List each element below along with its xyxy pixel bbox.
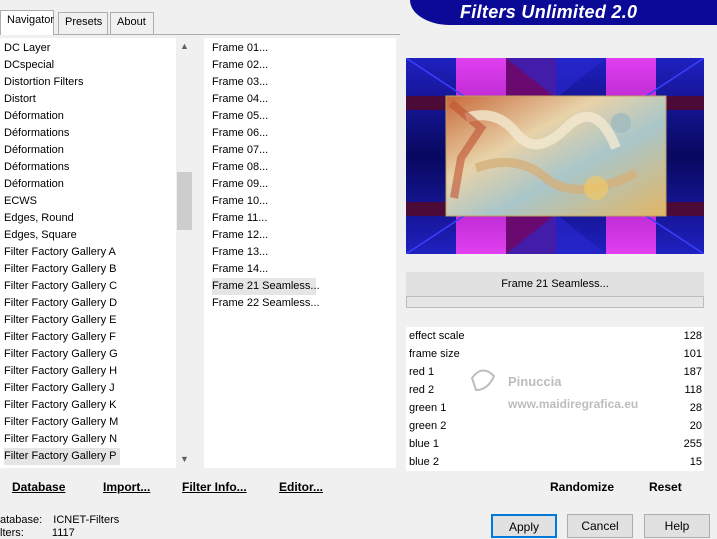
category-item[interactable]: Filter Factory Gallery B [4,261,120,278]
param-label: frame size [409,348,460,360]
category-item[interactable]: DCspecial [4,57,58,74]
category-item[interactable]: Filter Factory Gallery K [4,397,120,414]
param-effect-scale[interactable]: effect scale 128 [406,327,704,345]
help-button[interactable]: Help [644,514,710,538]
filter-item[interactable]: Frame 22 Seamless... [212,295,324,312]
filter-item[interactable]: Frame 21 Seamless... [212,278,320,295]
tab-presets[interactable]: Presets [58,12,108,34]
param-red-2[interactable]: red 2 118 [406,381,704,399]
editor-button[interactable]: Editor... [279,480,323,494]
param-label: blue 2 [409,456,439,468]
database-button[interactable]: Database [12,480,65,494]
category-item[interactable]: Déformation [4,176,68,193]
filter-item[interactable]: Frame 06... [212,125,272,142]
filter-item[interactable]: Frame 10... [212,193,272,210]
filter-item[interactable]: Frame 03... [212,74,272,91]
apply-button[interactable]: Apply [491,514,557,538]
category-item[interactable]: Filter Factory Gallery C [4,278,121,295]
database-label: atabase: [0,514,43,526]
filter-list[interactable]: Frame 01... Frame 02... Frame 03... Frame 0… [204,38,396,468]
tab-navigator[interactable]: Navigator [0,10,54,35]
app-banner: Filters Unlimited 2.0 [410,0,717,25]
param-label: blue 1 [409,438,439,450]
category-item[interactable]: Distort [4,91,40,108]
filter-info-button[interactable]: Filter Info... [182,480,247,494]
scroll-up-icon[interactable]: ▲ [176,38,193,55]
param-label: red 1 [409,366,435,378]
param-value: 118 [684,384,702,396]
category-item[interactable]: Filter Factory Gallery N [4,431,121,448]
param-blue-2[interactable]: blue 2 15 [406,453,704,471]
parameter-panel[interactable]: effect scale 128 frame size 101 red 1 18… [406,327,704,471]
category-item[interactable]: Filter Factory Gallery H [4,363,121,380]
filters-value: 1117 [51,527,75,539]
status-database: atabase: ICNET-Filters [0,514,119,526]
param-label: green 1 [409,402,447,414]
category-item[interactable]: Edges, Square [4,227,81,244]
category-item[interactable]: Filter Factory Gallery G [4,346,122,363]
filter-item[interactable]: Frame 08... [212,159,272,176]
category-list[interactable]: DC Layer DCspecial Distortion Filters Disto… [0,38,176,468]
import-button[interactable]: Import... [103,480,150,494]
param-blue-1[interactable]: blue 1 255 [406,435,704,453]
filter-item[interactable]: Frame 12... [212,227,272,244]
progress-bar [406,296,704,308]
filter-item[interactable]: Frame 14... [212,261,272,278]
tab-about[interactable]: About [110,12,154,34]
filter-item[interactable]: Frame 13... [212,244,272,261]
category-item[interactable]: Filter Factory Gallery E [4,312,120,329]
database-value: ICNET-Filters [53,514,120,526]
param-value: 15 [689,456,702,468]
preview-image [406,58,704,254]
category-item[interactable]: Filter Factory Gallery A [4,244,120,261]
scroll-down-icon[interactable]: ▼ [176,451,193,468]
category-item[interactable]: Filter Factory Gallery D [4,295,121,312]
randomize-button[interactable]: Randomize [550,480,614,494]
tab-strip-border [0,34,400,35]
param-label: red 2 [409,384,435,396]
param-label: effect scale [409,330,465,342]
filter-item[interactable]: Frame 01... [212,40,272,57]
filters-label: lters: [0,527,24,539]
category-item[interactable]: Déformation [4,108,68,125]
param-frame-size[interactable]: frame size 101 [406,345,704,363]
param-value: 20 [689,420,702,432]
param-value: 128 [683,330,702,342]
param-green-2[interactable]: green 2 20 [406,417,704,435]
category-item[interactable]: Déformations [4,159,73,176]
category-item[interactable]: DC Layer [4,40,54,57]
category-item[interactable]: Filter Factory Gallery F [4,329,120,346]
cancel-button[interactable]: Cancel [567,514,633,538]
status-filters: lters: 1117 [0,527,75,539]
scroll-thumb[interactable] [177,172,192,230]
param-value: 255 [683,438,702,450]
app-title: Filters Unlimited 2.0 [460,2,638,22]
filter-item[interactable]: Frame 05... [212,108,272,125]
filter-item[interactable]: Frame 02... [212,57,272,74]
category-item[interactable]: Filter Factory Gallery M [4,414,122,431]
category-item[interactable]: Filter Factory Gallery J [4,380,119,397]
category-scrollbar[interactable]: ▲ ▼ [176,38,193,468]
category-item[interactable]: Distortion Filters [4,74,87,91]
selected-filter-name: Frame 21 Seamless... [406,272,704,296]
category-item[interactable]: Déformation [4,142,68,159]
category-item[interactable]: Déformations [4,125,73,142]
category-item[interactable]: ECWS [4,193,41,210]
param-red-1[interactable]: red 1 187 [406,363,704,381]
param-value: 101 [683,348,702,360]
category-item[interactable]: Filter Factory Gallery P [4,448,121,465]
filter-item[interactable]: Frame 11... [212,210,271,227]
filter-item[interactable]: Frame 04... [212,91,272,108]
category-item[interactable]: Edges, Round [4,210,78,227]
filter-item[interactable]: Frame 09... [212,176,272,193]
reset-button[interactable]: Reset [649,480,682,494]
param-green-1[interactable]: green 1 28 [406,399,704,417]
param-value: 28 [689,402,702,414]
param-value: 187 [683,366,702,378]
filter-item[interactable]: Frame 07... [212,142,272,159]
param-label: green 2 [409,420,447,432]
